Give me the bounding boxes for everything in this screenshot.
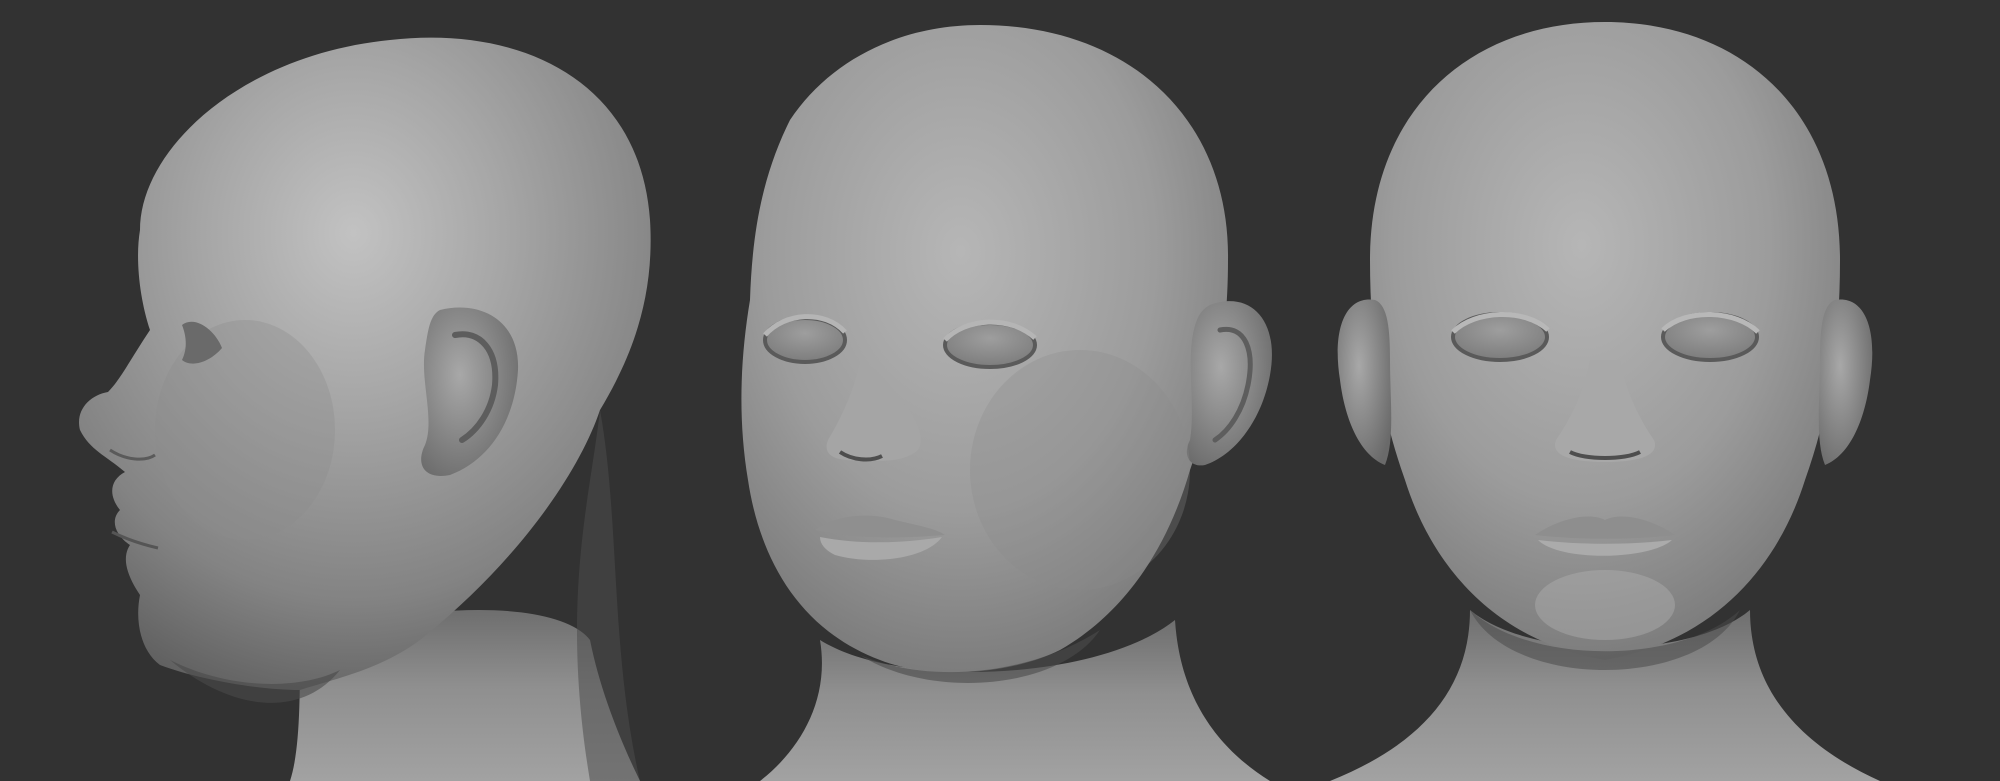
side-profile-cheek	[155, 320, 335, 540]
front-head	[1330, 22, 1880, 781]
three-quarter-ear	[1186, 301, 1272, 466]
front-ear-right	[1818, 299, 1873, 465]
sculpt-render-canvas	[79, 22, 1880, 781]
side-profile-skull	[79, 37, 651, 691]
sculpt-render-viewport	[0, 0, 2000, 781]
front-chin	[1535, 570, 1675, 640]
front-ear-left	[1337, 299, 1392, 465]
side-profile-neck-shadow	[577, 410, 640, 781]
front-skull	[1370, 22, 1840, 660]
side-profile-head	[79, 37, 651, 781]
three-quarter-cheek	[970, 350, 1190, 590]
three-quarter-head	[741, 25, 1272, 781]
